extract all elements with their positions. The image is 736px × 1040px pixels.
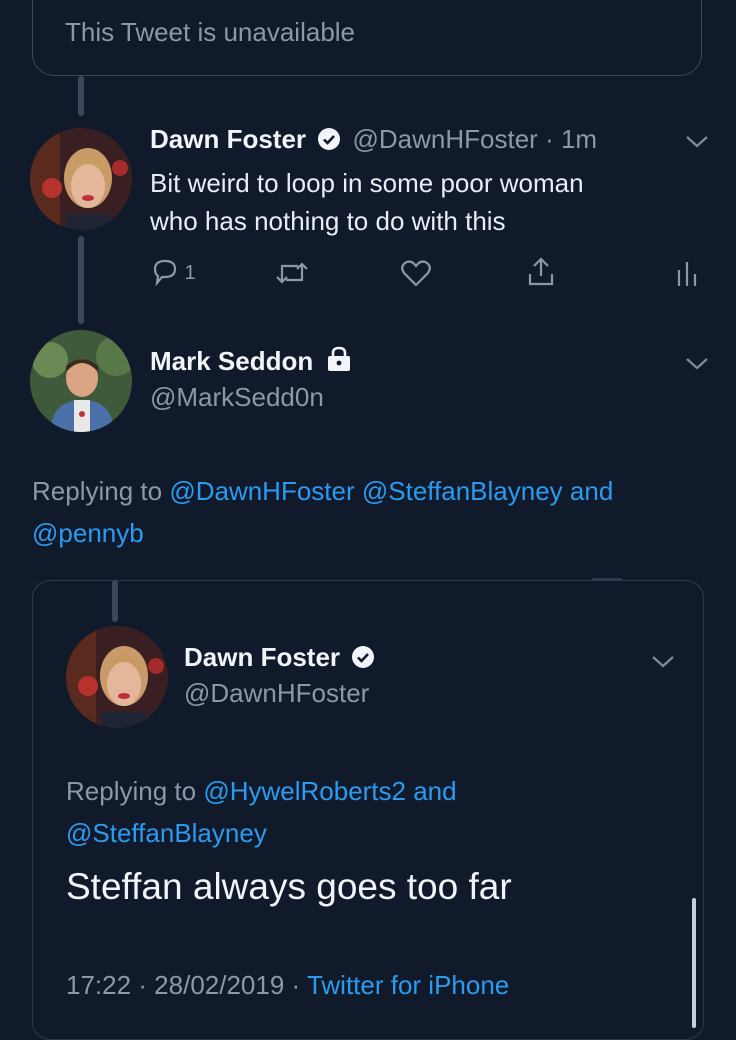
analytics-button[interactable]	[676, 258, 698, 293]
lock-icon	[326, 346, 352, 379]
retweet-icon	[274, 262, 310, 292]
avatar-mark-seddon[interactable]	[30, 330, 132, 432]
tweet1-text: Bit weird to loop in some poor woman who…	[150, 164, 584, 240]
quoted-replying-to: Replying to @HywelRoberts2 and @SteffanB…	[66, 770, 457, 854]
retweet-button[interactable]	[274, 258, 310, 293]
reply-button[interactable]: 1	[150, 256, 196, 291]
replying-to: Replying to @DawnHFoster @SteffanBlayney…	[32, 470, 712, 554]
tweet1-header: Dawn Foster @DawnHFoster · 1m	[150, 124, 597, 158]
reply-icon	[150, 256, 180, 291]
tweet2-header: Mark Seddon	[150, 346, 352, 379]
like-button[interactable]	[400, 258, 432, 293]
verified-badge-icon	[317, 127, 341, 158]
replying-handles-link[interactable]: @DawnHFoster @SteffanBlayney and	[169, 476, 613, 506]
unavailable-tweet-text: This Tweet is unavailable	[65, 17, 356, 47]
chevron-down-icon[interactable]	[684, 134, 710, 155]
unavailable-tweet-card[interactable]: This Tweet is unavailable	[32, 0, 702, 76]
tweet-meta: 17:22 · 28/02/2019 · Twitter for iPhone	[66, 970, 509, 1001]
chevron-down-icon[interactable]	[650, 654, 676, 675]
share-button[interactable]	[526, 256, 556, 293]
replying-prefix: Replying to	[66, 776, 197, 806]
author-name[interactable]: Dawn Foster	[150, 124, 306, 154]
author-name[interactable]: Mark Seddon	[150, 346, 313, 376]
scrollbar[interactable]	[692, 898, 696, 1028]
chevron-down-icon[interactable]	[684, 356, 710, 377]
replying-handles-link[interactable]: @pennyb	[32, 512, 712, 554]
source-link[interactable]: Twitter for iPhone	[307, 970, 509, 1000]
tweet-text-line: who has nothing to do with this	[150, 206, 506, 236]
timestamp: 17:22 · 28/02/2019 ·	[66, 970, 301, 1000]
tweet-text-line: Bit weird to loop in some poor woman	[150, 168, 584, 198]
replying-handles-link[interactable]: @SteffanBlayney	[66, 812, 457, 854]
divider	[592, 578, 622, 581]
avatar-dawn-foster[interactable]	[66, 626, 168, 728]
thread-line	[78, 76, 84, 116]
author-handle[interactable]: @DawnHFoster	[353, 124, 538, 154]
author-handle[interactable]: @DawnHFoster	[184, 678, 369, 709]
analytics-icon	[676, 262, 698, 292]
author-name[interactable]: Dawn Foster	[184, 642, 340, 672]
thread-line	[112, 580, 118, 622]
quoted-header: Dawn Foster	[184, 642, 375, 676]
tweet-time: · 1m	[545, 124, 598, 154]
like-icon	[400, 260, 432, 292]
share-icon	[526, 257, 556, 292]
reply-count: 1	[184, 262, 196, 284]
quoted-tweet-text: Steffan always goes too far	[66, 866, 512, 907]
thread-line	[78, 236, 84, 324]
replying-prefix: Replying to	[32, 476, 163, 506]
avatar-dawn-foster[interactable]	[30, 128, 132, 230]
verified-badge-icon	[351, 645, 375, 676]
replying-handles-link[interactable]: @HywelRoberts2 and	[203, 776, 456, 806]
author-handle[interactable]: @MarkSedd0n	[150, 382, 324, 413]
